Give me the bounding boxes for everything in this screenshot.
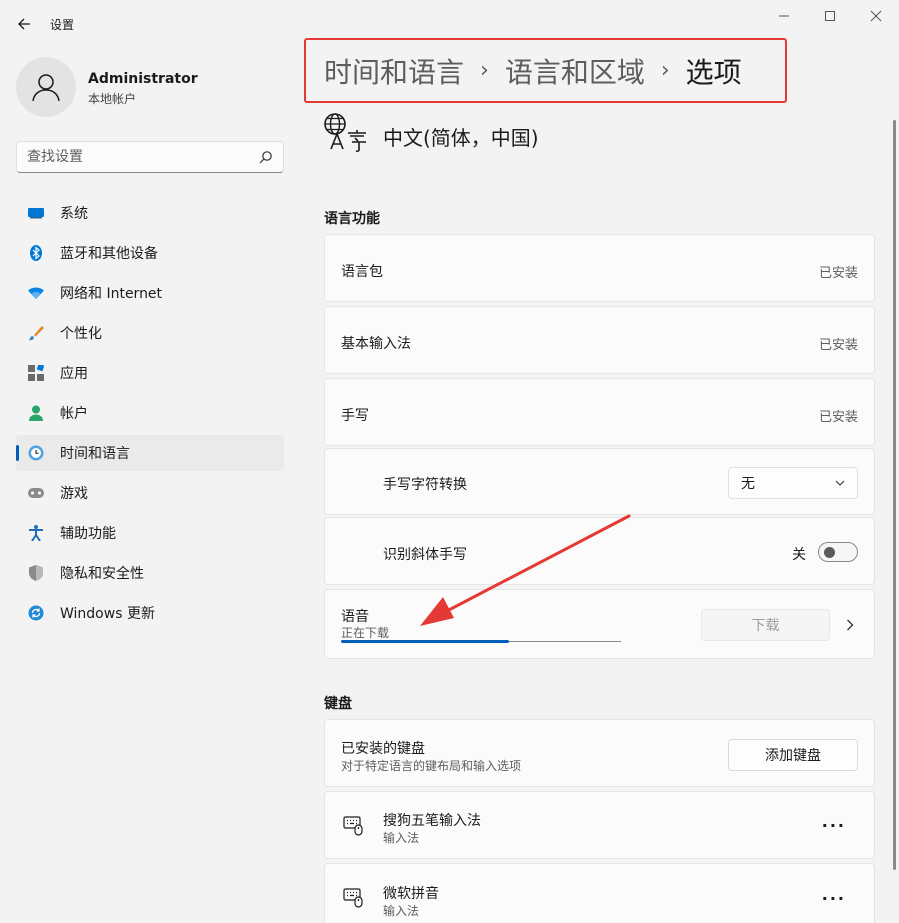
sidebar-item-apps[interactable]: 应用 [16,355,284,391]
sidebar-item-label: Windows 更新 [60,606,155,622]
sidebar-item-accessibility[interactable]: 辅助功能 [16,515,284,551]
keyboard-item-card: 搜狗五笔输入法 输入法 ··· [324,791,875,859]
update-icon [28,605,44,621]
sidebar-item-accounts[interactable]: 帐户 [16,395,284,431]
sidebar-item-label: 辅助功能 [60,526,116,542]
close-icon [870,10,882,22]
monitor-icon [28,205,44,221]
search-icon[interactable] [259,150,273,164]
basic-input-card[interactable]: 基本输入法 已安装 [324,306,875,374]
page-title: 选项 [685,55,742,89]
sidebar-item-label: 应用 [60,366,88,382]
sidebar-item-bluetooth[interactable]: 蓝牙和其他设备 [16,235,284,271]
installed-keyboards-label: 已安装的键盘 [341,741,425,757]
download-progress-fill [341,640,509,643]
section-title-keyboard: 键盘 [324,696,352,712]
globe-clock-icon [28,445,44,461]
chevron-down-icon [835,480,845,486]
italic-state-label: 关 [792,547,806,563]
handwriting-label: 手写 [341,408,369,424]
back-button[interactable] [10,10,38,38]
sidebar-item-windows-update[interactable]: Windows 更新 [16,595,284,631]
user-icon [32,74,60,102]
sidebar-item-label: 个性化 [60,326,102,342]
annotation-arrow [420,514,631,626]
sidebar-item-privacy[interactable]: 隐私和安全性 [16,555,284,591]
chevron-right-icon: › [480,58,489,83]
sidebar-item-gaming[interactable]: 游戏 [16,475,284,511]
scrollbar[interactable] [893,120,896,870]
download-button[interactable]: 下载 [701,609,830,641]
hw-convert-dropdown[interactable]: 无 [728,467,858,499]
handwriting-status: 已安装 [818,410,858,425]
hw-convert-label: 手写字符转换 [383,477,467,493]
search-box[interactable] [16,141,284,173]
keyboard-icon [343,816,363,836]
sidebar-item-network[interactable]: 网络和 Internet [16,275,284,311]
search-input[interactable] [27,149,259,165]
toggle-knob [824,547,835,558]
sidebar-item-personalization[interactable]: 个性化 [16,315,284,351]
minimize-button[interactable] [761,4,807,28]
lang-pack-label: 语言包 [341,264,383,280]
language-title: 中文(简体，中国) [383,126,539,150]
bluetooth-icon [28,245,44,261]
sidebar-item-label: 系统 [60,206,88,222]
account-type: 本地帐户 [88,92,137,106]
sidebar-item-label: 隐私和安全性 [60,566,144,582]
sidebar-item-label: 网络和 Internet [60,286,163,302]
keyboard-icon [343,888,363,908]
handwriting-card[interactable]: 手写 已安装 [324,378,875,446]
accessibility-icon [28,525,44,541]
breadcrumb-time-language[interactable]: 时间和语言 [324,51,464,91]
apps-icon [28,365,44,381]
back-arrow-icon [18,18,30,30]
sidebar-item-label: 游戏 [60,486,88,502]
keyboard-item-card: 微软拼音 输入法 ··· [324,863,875,923]
keyboard-item-type: 输入法 [383,831,420,845]
brush-icon [28,325,44,341]
sidebar-item-label: 时间和语言 [60,446,130,462]
close-button[interactable] [853,4,899,28]
wifi-icon [28,285,44,301]
avatar[interactable] [16,57,76,117]
installed-keyboards-card: 已安装的键盘 对于特定语言的键布局和输入选项 添加键盘 [324,719,875,787]
lang-pack-status: 已安装 [818,266,858,281]
speech-status: 正在下载 [341,626,390,640]
more-options-button[interactable]: ··· [822,816,846,835]
sidebar-item-label: 蓝牙和其他设备 [60,246,158,262]
user-name: Administrator [88,71,198,87]
sidebar-item-system[interactable]: 系统 [16,195,284,231]
basic-input-status: 已安装 [818,338,858,353]
shield-icon [28,565,44,581]
gamepad-icon [28,485,44,501]
breadcrumb-language-region[interactable]: 语言和区域 [505,51,645,91]
speech-label: 语音 [341,609,369,625]
keyboard-item-label: 搜狗五笔输入法 [383,813,481,829]
basic-input-label: 基本输入法 [341,336,411,352]
add-keyboard-button[interactable]: 添加键盘 [728,739,858,771]
account-icon [28,405,44,421]
maximize-icon [825,11,835,21]
keyboard-item-label: 微软拼音 [383,886,439,902]
minimize-icon [779,15,789,17]
keyboard-item-type: 输入法 [383,904,420,918]
chevron-right-icon[interactable] [846,619,854,631]
sidebar-item-time-language[interactable]: 时间和语言 [16,435,284,471]
chevron-right-icon: › [660,58,670,83]
italic-toggle[interactable] [818,542,858,562]
download-progress-bar [341,640,621,643]
sidebar-nav: 系统 蓝牙和其他设备 网络和 Internet 个性化 应用 帐户 时间和语言 … [16,195,284,635]
installed-keyboards-description: 对于特定语言的键布局和输入选项 [341,759,522,773]
lang-pack-card[interactable]: 语言包 已安装 [324,234,875,302]
more-options-button[interactable]: ··· [822,889,846,908]
app-title: 设置 [50,18,75,32]
language-icon [324,113,366,152]
hw-convert-selected: 无 [741,476,755,492]
breadcrumb: 时间和语言 › 语言和区域 › 选项 [304,38,787,103]
maximize-button[interactable] [807,4,853,28]
sidebar-item-label: 帐户 [60,406,88,422]
section-title-features: 语言功能 [324,211,380,227]
